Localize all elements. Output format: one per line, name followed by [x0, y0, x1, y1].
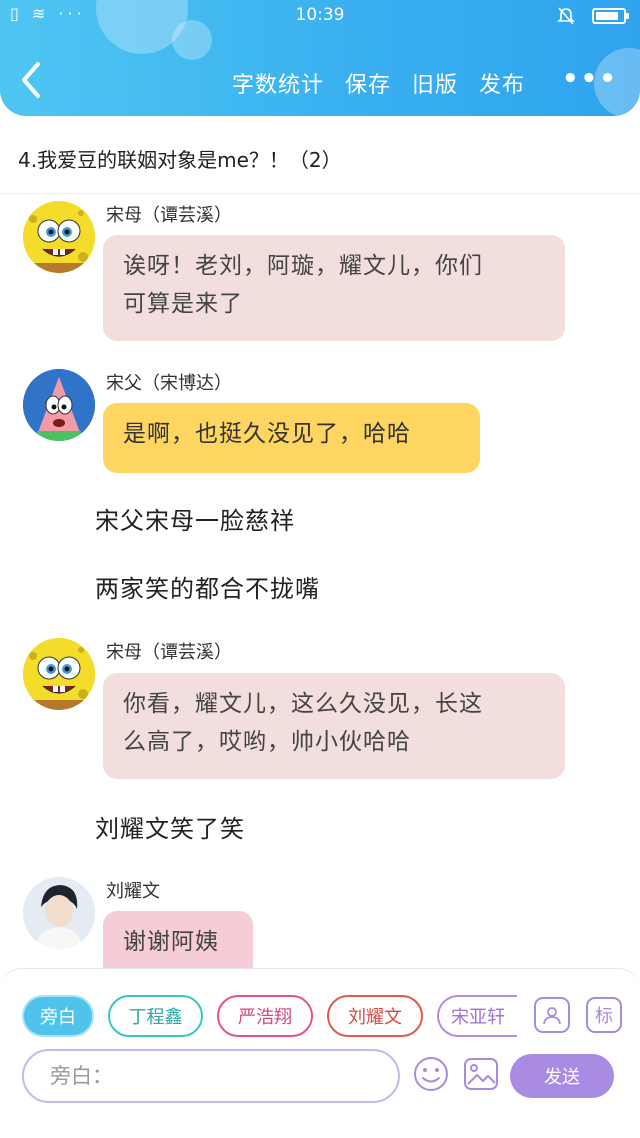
speaker-name: 刘耀文 [106, 881, 160, 902]
role-chip-narrator[interactable]: 旁白 [22, 995, 94, 1037]
battery-icon [592, 8, 629, 24]
status-bar: ▯ ≋ ··· 10:39 [0, 0, 640, 32]
message-line: 可算是来了 [123, 291, 243, 317]
speaker-name: 宋父（宋博达） [106, 373, 232, 394]
message-line: 是啊，也挺久没见了，哈哈 [123, 421, 411, 447]
back-arrow-icon[interactable] [18, 60, 44, 100]
message-bubble[interactable]: 你看，耀文儿，这么久没见，长这 么高了，哎哟，帅小伙哈哈 [103, 673, 565, 779]
role-chip-ding-chengxin[interactable]: 丁程鑫 [108, 995, 203, 1037]
message-line: 你看，耀文儿，这么久没见，长这 [123, 691, 483, 717]
add-character-icon[interactable] [534, 997, 570, 1033]
person-avatar[interactable] [23, 877, 95, 949]
status-time: 10:39 [295, 5, 345, 25]
role-chip-liu-yaowen[interactable]: 刘耀文 [327, 995, 423, 1037]
narration-text[interactable]: 宋父宋母一脸慈祥 [95, 501, 295, 536]
more-options-icon[interactable]: ••• [562, 64, 618, 94]
emoji-icon[interactable] [412, 1055, 450, 1093]
bottom-bar [0, 1108, 640, 1138]
old-version-button[interactable]: 旧版 [412, 67, 458, 99]
speaker-name: 宋母（谭芸溪） [106, 642, 232, 663]
save-button[interactable]: 保存 [345, 67, 391, 99]
chat-area[interactable]: 宋母（谭芸溪） 诶呀！老刘，阿璇，耀文儿，你们 可算是来了 宋父（宋博达） 是啊… [0, 195, 640, 970]
narration-text[interactable]: 两家笑的都合不拢嘴 [95, 569, 320, 604]
patrick-avatar[interactable] [23, 369, 95, 441]
silent-bell-icon [557, 7, 575, 25]
story-title[interactable]: 4.我爱豆的联姻对象是me？！（2） [18, 144, 342, 173]
toolbar: 字数统计 保存 旧版 发布 [232, 67, 525, 99]
word-count-button[interactable]: 字数统计 [232, 67, 324, 99]
speaker-name: 宋母（谭芸溪） [106, 205, 232, 226]
narration-text[interactable]: 刘耀文笑了笑 [95, 809, 245, 844]
story-title-bar: 4.我爱豆的联姻对象是me？！（2） [0, 116, 640, 194]
app-header: ▯ ≋ ··· 10:39 字数统计 保存 旧版 发布 ••• [0, 0, 640, 116]
message-line: 谢谢阿姨 [123, 929, 219, 955]
role-chip-yan-haoxiang[interactable]: 严浩翔 [217, 995, 313, 1037]
input-panel: 旁白 丁程鑫 严浩翔 刘耀文 宋亚轩 标 发送 [0, 968, 640, 1108]
message-input[interactable] [22, 1049, 400, 1103]
message-bubble[interactable]: 是啊，也挺久没见了，哈哈 [103, 403, 480, 473]
publish-button[interactable]: 发布 [479, 67, 525, 99]
message-line: 么高了，哎哟，帅小伙哈哈 [123, 729, 411, 755]
spongebob-avatar[interactable] [23, 638, 95, 710]
spongebob-avatar[interactable] [23, 201, 95, 273]
message-bubble[interactable]: 诶呀！老刘，阿璇，耀文儿，你们 可算是来了 [103, 235, 565, 341]
message-line: 诶呀！老刘，阿璇，耀文儿，你们 [123, 253, 483, 279]
send-button[interactable]: 发送 [510, 1054, 614, 1098]
tag-icon[interactable]: 标 [586, 997, 622, 1033]
message-bubble[interactable]: 谢谢阿姨 [103, 911, 253, 970]
image-icon[interactable] [462, 1055, 500, 1093]
role-chip-song-yaxuan[interactable]: 宋亚轩 [437, 995, 517, 1037]
